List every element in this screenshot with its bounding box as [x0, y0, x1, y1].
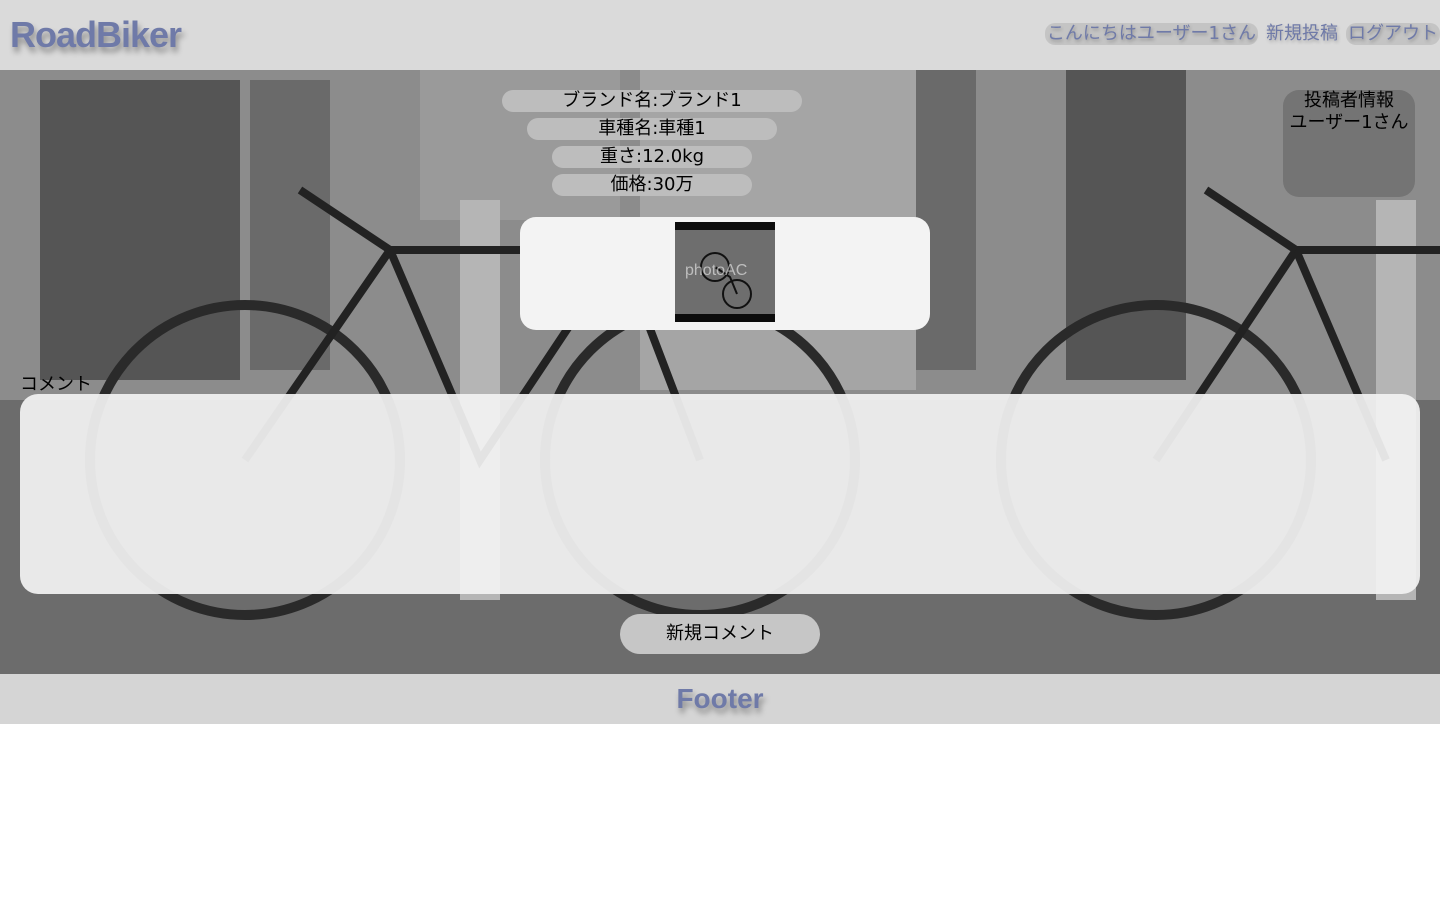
- header-nav: こんにちはユーザー1さん 新規投稿 ログアウト: [1044, 23, 1440, 45]
- header: RoadBiker こんにちはユーザー1さん 新規投稿 ログアウト: [0, 0, 1440, 70]
- post-thumbnail[interactable]: photoAC: [675, 222, 775, 322]
- model-pill: 車種名:車種1: [527, 118, 777, 140]
- brand-pill: ブランド名:ブランド1: [502, 90, 802, 112]
- comment-label: コメント: [20, 374, 92, 395]
- poster-name[interactable]: ユーザー1さん: [1283, 112, 1415, 134]
- post-image-container: photoAC: [520, 217, 930, 330]
- greeting-link[interactable]: こんにちはユーザー1さん: [1044, 23, 1258, 45]
- site-logo[interactable]: RoadBiker: [10, 14, 182, 56]
- new-comment-button[interactable]: 新規コメント: [620, 614, 820, 654]
- price-pill: 価格:30万: [552, 174, 752, 196]
- footer-text: Footer: [676, 683, 764, 714]
- footer: Footer: [0, 674, 1440, 724]
- poster-info-heading: 投稿者情報: [1304, 90, 1394, 111]
- comment-list: [20, 394, 1420, 594]
- poster-info-card: 投稿者情報 ユーザー1さん: [1283, 90, 1415, 197]
- thumbnail-watermark: photoAC: [685, 262, 748, 279]
- weight-pill: 重さ:12.0kg: [552, 146, 752, 168]
- logout-link[interactable]: ログアウト: [1346, 23, 1440, 45]
- new-post-link[interactable]: 新規投稿: [1264, 23, 1340, 45]
- main-content: ブランド名:ブランド1 車種名:車種1 重さ:12.0kg 価格:30万 pho…: [0, 70, 1440, 674]
